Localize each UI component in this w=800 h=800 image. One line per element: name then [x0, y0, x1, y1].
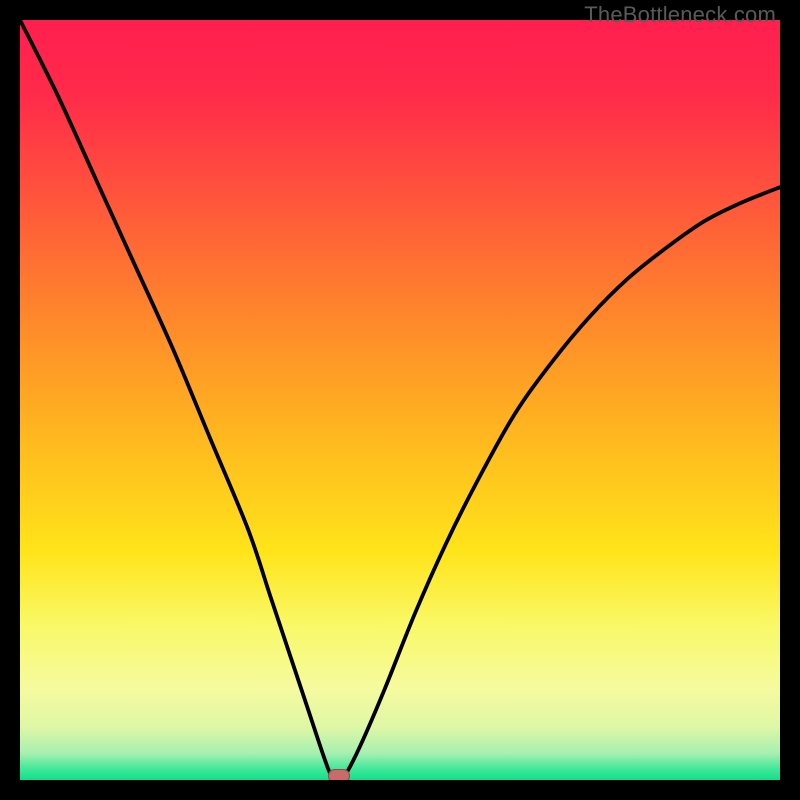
watermark-text: TheBottleneck.com: [584, 2, 776, 28]
plot-area: [20, 20, 780, 780]
bottleneck-curve: [20, 20, 780, 780]
chart-frame: TheBottleneck.com: [0, 0, 800, 800]
optimal-point-marker: [328, 769, 350, 780]
